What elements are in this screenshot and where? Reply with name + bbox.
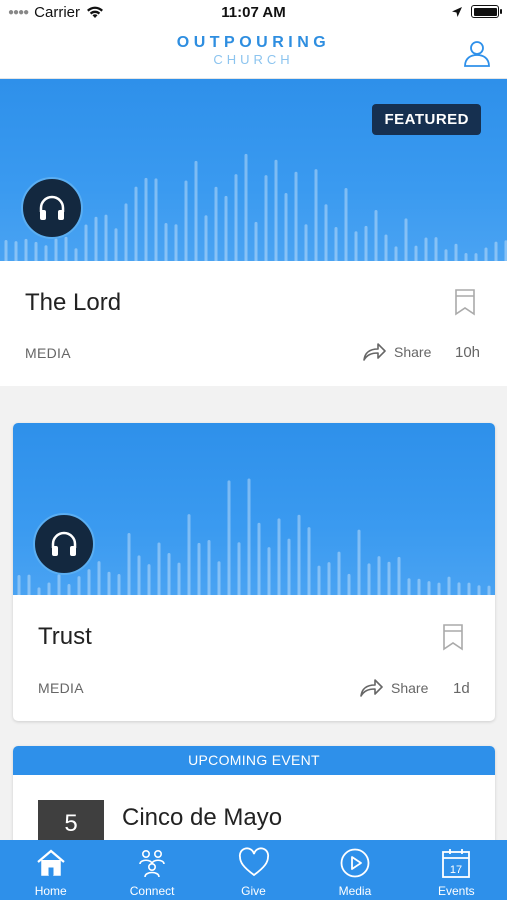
- share-icon: [363, 343, 386, 361]
- svg-text:17: 17: [450, 864, 462, 876]
- event-section-header: UPCOMING EVENT: [13, 746, 495, 775]
- tab-label: Events: [437, 884, 475, 898]
- church-logo: OUTPOURING CHURCH: [0, 34, 507, 67]
- share-button[interactable]: Share: [362, 342, 431, 362]
- clock: 11:07 AM: [221, 4, 286, 21]
- home-icon: [36, 849, 65, 876]
- bookmark-icon[interactable]: [454, 288, 476, 316]
- tab-media[interactable]: Media: [304, 840, 405, 900]
- tab-connect[interactable]: Connect: [101, 840, 202, 900]
- tab-label: Media: [338, 884, 372, 898]
- share-button[interactable]: Share: [359, 678, 428, 698]
- tab-bar: Home Connect Give Media 17 Events: [0, 840, 507, 900]
- media-category: MEDIA: [38, 680, 84, 696]
- share-icon: [360, 679, 383, 697]
- audio-waveform: [17, 478, 491, 595]
- tab-label: Give: [241, 884, 266, 898]
- tab-label: Home: [34, 884, 67, 898]
- tab-home[interactable]: Home: [0, 840, 101, 900]
- heart-icon: [238, 847, 269, 877]
- media-banner: [13, 423, 495, 595]
- battery-icon: [471, 5, 502, 18]
- featured-category: MEDIA: [25, 345, 71, 361]
- logo-sub-text: CHURCH: [213, 52, 294, 67]
- share-label: Share: [394, 344, 432, 360]
- headphones-icon: [33, 513, 95, 575]
- featured-badge: FEATURED: [372, 104, 481, 135]
- tab-give[interactable]: Give: [203, 840, 304, 900]
- media-card[interactable]: Trust MEDIA Share 1d: [13, 423, 495, 721]
- connect-icon: [139, 849, 165, 878]
- featured-card-body[interactable]: The Lord MEDIA Share 10h: [0, 261, 507, 386]
- media-age: 1d: [453, 680, 470, 697]
- play-icon: [340, 848, 370, 878]
- featured-title: The Lord: [25, 289, 122, 316]
- location-icon: [452, 6, 462, 17]
- calendar-icon: 17: [442, 849, 471, 878]
- featured-age: 10h: [455, 344, 481, 361]
- user-icon[interactable]: [463, 39, 491, 67]
- share-label: Share: [391, 680, 429, 696]
- status-bar: ●●●● Carrier 11:07 AM: [0, 0, 507, 28]
- app-header: OUTPOURING CHURCH: [0, 28, 507, 79]
- tab-label: Connect: [129, 884, 175, 898]
- tab-events[interactable]: 17 Events: [406, 840, 507, 900]
- headphones-icon: [21, 177, 83, 239]
- media-title: Trust: [38, 623, 92, 650]
- logo-main-text: OUTPOURING: [176, 34, 331, 51]
- featured-banner[interactable]: FEATURED: [0, 79, 507, 261]
- event-title: Cinco de Mayo: [122, 804, 283, 831]
- bookmark-icon[interactable]: [442, 623, 464, 651]
